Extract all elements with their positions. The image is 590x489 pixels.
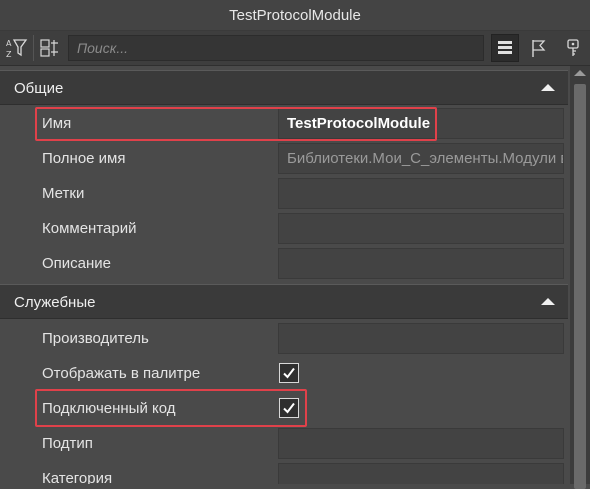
scroll-up-arrow-icon[interactable]: [574, 70, 586, 76]
comment-value-field[interactable]: [278, 213, 564, 244]
manufacturer-value-field[interactable]: [278, 323, 564, 354]
property-row-description: Описание: [0, 246, 568, 281]
collapse-caret-icon[interactable]: [541, 298, 555, 305]
window-title: TestProtocolModule: [0, 0, 590, 31]
section-label: Общие: [14, 80, 64, 97]
search-input[interactable]: Поиск...: [68, 35, 484, 61]
svg-text:Z: Z: [6, 50, 12, 59]
sort-filter-button[interactable]: A Z: [3, 34, 31, 62]
property-row-tags: Метки: [0, 176, 568, 211]
category-value-field[interactable]: [278, 463, 564, 484]
subtype-value-field[interactable]: [278, 428, 564, 459]
property-name: Отображать в палитре: [42, 365, 201, 382]
list-view-button[interactable]: [491, 34, 519, 62]
property-row-show-in-palette: Отображать в палитре: [0, 356, 568, 391]
property-name: Полное имя: [42, 150, 126, 167]
flag-button[interactable]: [525, 34, 553, 62]
flag-icon: [532, 40, 546, 57]
list-view-icon: [498, 41, 512, 54]
section-service[interactable]: Служебные: [0, 284, 568, 319]
property-row-manufacturer: Производитель: [0, 321, 568, 356]
key-button[interactable]: [559, 34, 587, 62]
property-name: Производитель: [42, 330, 149, 347]
key-icon: [567, 39, 579, 56]
tags-value-field[interactable]: [278, 178, 564, 209]
property-row-subtype: Подтип: [0, 426, 568, 461]
checkmark-icon: [283, 367, 295, 379]
property-row-full-name: Полное имя Библиотеки.Мои_С_элементы.Мод…: [0, 141, 568, 176]
toolbar: A Z Поиск...: [0, 31, 590, 66]
property-row-comment: Комментарий: [0, 211, 568, 246]
category-button[interactable]: [36, 34, 64, 62]
property-row-category: Категория: [0, 461, 568, 484]
property-name: Комментарий: [42, 220, 137, 237]
category-icon: [40, 39, 58, 57]
show-in-palette-checkbox[interactable]: [279, 363, 299, 383]
property-name: Подтип: [42, 435, 93, 452]
property-name: Описание: [42, 255, 112, 272]
property-name: Метки: [42, 185, 85, 202]
vertical-scrollbar[interactable]: [570, 66, 590, 489]
sort-filter-icon: A Z: [6, 39, 28, 59]
highlight-name-row: [35, 107, 437, 141]
full-name-value-field: Библиотеки.Мои_С_элементы.Модули в: [278, 143, 564, 174]
collapse-caret-icon[interactable]: [541, 84, 555, 91]
section-label: Служебные: [14, 294, 96, 311]
description-value-field[interactable]: [278, 248, 564, 279]
highlight-connected-code-row: [35, 389, 307, 427]
scroll-thumb[interactable]: [574, 84, 586, 489]
svg-text:A: A: [6, 39, 12, 48]
property-grid: Общие Имя TestProtocolModule Полное имя …: [0, 70, 570, 484]
property-value: Библиотеки.Мои_С_элементы.Модули в: [287, 150, 564, 167]
property-name: Категория: [42, 470, 113, 484]
section-general[interactable]: Общие: [0, 70, 568, 105]
